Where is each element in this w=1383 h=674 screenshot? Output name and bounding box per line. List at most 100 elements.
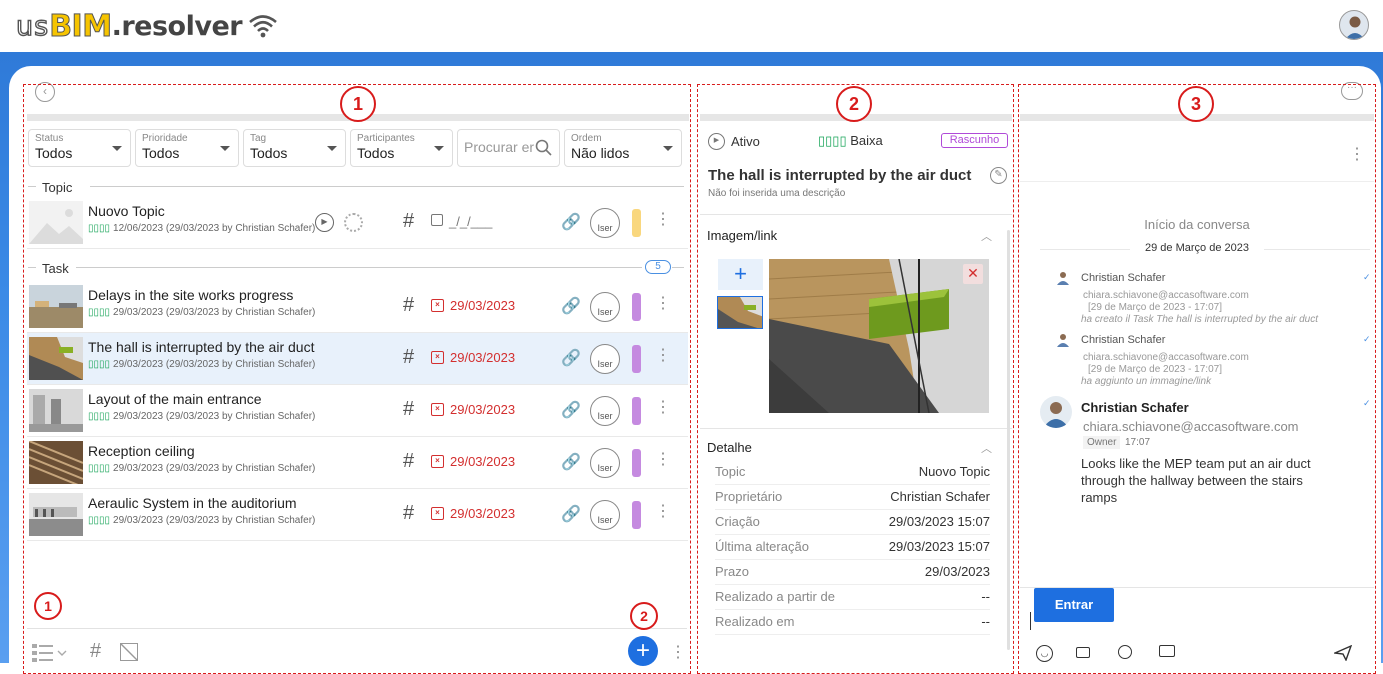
tag-filter-label: Tag xyxy=(250,133,267,144)
message-input[interactable] xyxy=(1030,612,1031,630)
edit-icon[interactable]: ✎ xyxy=(990,167,1007,184)
progress-icon[interactable] xyxy=(344,213,363,232)
chevron-up-icon[interactable]: ︿ xyxy=(981,228,992,244)
chat-bubble-icon[interactable]: ··· xyxy=(1341,82,1363,100)
topic-row[interactable]: Nuovo Topic ▯▯▯▯ 12/06/2023 (29/03/2023 b… xyxy=(27,197,688,249)
more-menu-icon[interactable]: ⋮ xyxy=(655,212,671,228)
participants-filter-label: Participantes xyxy=(357,133,415,144)
placeholder-image-icon xyxy=(29,201,83,244)
link-icon[interactable]: 🔗 xyxy=(561,348,581,368)
delete-image-button[interactable]: ✕ xyxy=(963,264,983,284)
user-avatar-icon[interactable]: Iser xyxy=(590,500,620,530)
task-row[interactable]: Delays in the site works progress ▯▯▯▯ 29/… xyxy=(27,281,688,333)
task-row[interactable]: Aeraulic System in the auditorium ▯▯▯▯ 29/… xyxy=(27,489,688,541)
play-icon[interactable]: ▶ xyxy=(315,213,334,232)
task-row[interactable]: Layout of the main entrance ▯▯▯▯ 29/03/202… xyxy=(27,385,688,437)
due-date[interactable]: × 29/03/2023 xyxy=(431,350,515,365)
user-avatar-icon[interactable]: Iser xyxy=(590,448,620,478)
due-date[interactable]: _/_/___ xyxy=(431,214,492,229)
video-icon[interactable] xyxy=(1076,647,1090,658)
topic-meta: 12/06/2023 (29/03/2023 by Christian Scha… xyxy=(113,223,316,234)
tag-icon[interactable]: # xyxy=(403,398,414,421)
tag-filter[interactable]: Tag Todos xyxy=(243,129,346,167)
task-date: 29/03/2023 xyxy=(450,402,516,417)
link-icon[interactable]: 🔗 xyxy=(561,296,581,316)
task-thumbnail xyxy=(29,285,83,328)
user-avatar-icon[interactable]: Iser xyxy=(590,344,620,374)
task-row[interactable]: The hall is interrupted by the air duct ▯… xyxy=(27,333,688,385)
link-icon[interactable]: 🔗 xyxy=(561,452,581,472)
search-chat-icon[interactable] xyxy=(1118,645,1132,659)
user-avatar-icon[interactable]: Iser xyxy=(590,396,620,426)
status-filter[interactable]: Status Todos xyxy=(28,129,131,167)
image-section-title[interactable]: Imagem/link xyxy=(707,228,777,243)
priority-indicator[interactable]: ▯▯▯▯ Baixa xyxy=(818,133,883,149)
priority-icon: ▯▯▯▯ xyxy=(88,359,111,370)
tag-filter-icon[interactable]: # xyxy=(90,640,101,663)
marker-3: 3 xyxy=(1178,86,1214,122)
field-started: Realizado a partir de -- xyxy=(715,585,990,610)
field-modified: Última alteração 29/03/2023 15:07 xyxy=(715,535,990,560)
log-action: ha aggiunto un immagine/link xyxy=(1081,376,1212,387)
main-image[interactable]: ✕ xyxy=(769,259,989,413)
tag-icon[interactable]: # xyxy=(403,294,414,317)
user-avatar-icon[interactable]: Iser xyxy=(590,292,620,322)
link-icon[interactable]: 🔗 xyxy=(561,400,581,420)
send-icon[interactable] xyxy=(1334,645,1352,661)
field-key: Prazo xyxy=(715,564,749,579)
add-image-button[interactable]: + xyxy=(718,259,763,290)
detail-section-title[interactable]: Detalhe xyxy=(707,440,752,455)
image-thumbnail[interactable] xyxy=(717,296,763,329)
add-button[interactable]: + xyxy=(628,636,658,666)
more-menu-icon[interactable]: ⋮ xyxy=(655,400,671,416)
user-avatar[interactable] xyxy=(1339,10,1369,40)
due-date[interactable]: × 29/03/2023 xyxy=(431,402,515,417)
order-filter-label: Ordem xyxy=(571,133,602,144)
tag-icon[interactable]: # xyxy=(403,450,414,473)
task-title: The hall is interrupted by the air duct xyxy=(88,339,315,355)
no-image-icon[interactable] xyxy=(120,643,138,661)
search-input[interactable]: Procurar er xyxy=(457,129,560,167)
emoji-icon[interactable]: ◡ xyxy=(1036,645,1053,662)
due-date[interactable]: × 29/03/2023 xyxy=(431,298,515,313)
back-button[interactable]: ‹ xyxy=(35,82,55,102)
chevron-up-icon[interactable]: ︿ xyxy=(981,440,992,456)
due-date[interactable]: × 29/03/2023 xyxy=(431,506,515,521)
more-menu-icon[interactable]: ⋮ xyxy=(670,645,686,661)
priority-text: Baixa xyxy=(850,133,883,148)
user-placeholder: Iser xyxy=(597,411,613,421)
tag-icon[interactable]: # xyxy=(403,210,414,233)
more-menu-icon[interactable]: ⋮ xyxy=(1349,147,1365,163)
screen-share-icon[interactable] xyxy=(1159,645,1175,657)
order-filter[interactable]: Ordem Não lidos xyxy=(564,129,682,167)
enter-button[interactable]: Entrar xyxy=(1034,588,1114,622)
topic-subtitle: ▯▯▯▯ 12/06/2023 (29/03/2023 by Christian … xyxy=(88,223,315,234)
due-date[interactable]: × 29/03/2023 xyxy=(431,454,515,469)
more-menu-icon[interactable]: ⋮ xyxy=(655,296,671,312)
list-view-icon[interactable] xyxy=(32,642,67,662)
link-icon[interactable]: 🔗 xyxy=(561,504,581,524)
topic-title: Nuovo Topic xyxy=(88,203,165,219)
task-row[interactable]: Reception ceiling ▯▯▯▯ 29/03/2023 (29/03/2… xyxy=(27,437,688,489)
participants-filter[interactable]: Participantes Todos xyxy=(350,129,453,167)
color-tag xyxy=(632,501,641,529)
tag-icon[interactable]: # xyxy=(403,502,414,525)
link-icon[interactable]: 🔗 xyxy=(561,212,581,232)
divider xyxy=(28,186,36,187)
avatar xyxy=(1040,396,1072,428)
field-key: Realizado a partir de xyxy=(715,589,835,604)
tag-icon[interactable]: # xyxy=(403,346,414,369)
more-menu-icon[interactable]: ⋮ xyxy=(655,348,671,364)
more-menu-icon[interactable]: ⋮ xyxy=(655,452,671,468)
scrollbar[interactable] xyxy=(1007,230,1010,650)
divider xyxy=(28,267,36,268)
priority-filter[interactable]: Prioridade Todos xyxy=(135,129,239,167)
more-menu-icon[interactable]: ⋮ xyxy=(655,504,671,520)
divider xyxy=(1020,181,1374,182)
user-avatar-icon[interactable]: Iser xyxy=(590,208,620,238)
field-topic: Topic Nuovo Topic xyxy=(715,460,990,485)
status-indicator[interactable]: ▶ Ativo xyxy=(708,133,760,150)
task-thumbnail xyxy=(29,441,83,484)
app-logo[interactable]: us BIM .resolver xyxy=(15,8,278,44)
color-tag xyxy=(632,449,641,477)
